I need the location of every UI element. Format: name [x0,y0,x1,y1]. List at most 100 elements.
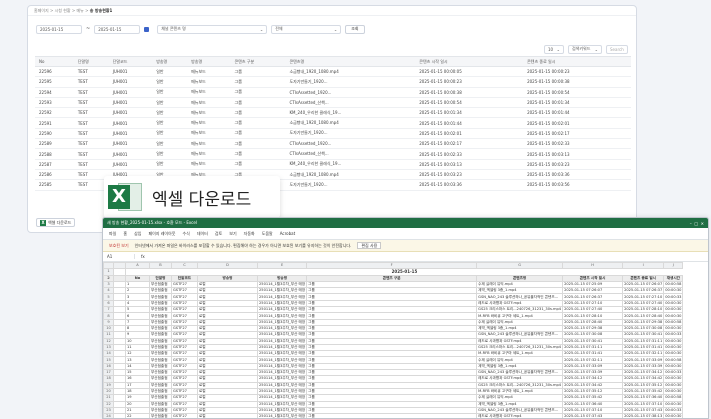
ribbon-tab[interactable]: 홈 [123,231,127,237]
sheet-cell[interactable]: 2025-01-15 07:27:10 [622,293,665,301]
sheet-cell[interactable]: 250114_1월3주차_부산 매장 [256,299,308,308]
date-from-input[interactable]: 2025-01-15 [36,24,82,34]
ribbon-tab[interactable]: 삽입 [134,231,141,237]
sheet-cell[interactable]: 2025-01-15 07:31:11 [622,337,665,345]
sheet-cell[interactable]: 250114_1월3주차_부산 매장 [256,394,308,402]
sheet-cell[interactable]: 2025-01-15 07:29:38 [622,318,665,326]
excel-download-callout[interactable]: X 엑셀 다운로드 [104,176,280,218]
sheet-cell[interactable]: GS25 크리스마스 트리...240726_31231_30s.mp4 [476,306,564,314]
table-row[interactable]: 22590 TEST JUH001 일반 메뉴보드 그룹 도자기만들기_1920... 202… [35,128,631,140]
sheet-cell[interactable]: 250114_1월3주차_부산 매장 [256,387,308,396]
sort-select[interactable]: 검색키워드 ⌄ [568,44,602,54]
sheet-cell[interactable]: 250114_1월3주차_부산 매장 [256,331,308,339]
sheet-cell[interactable]: 250114_1월3주차_부산 매장 [256,343,308,352]
ribbon-tab[interactable]: 보기 [229,231,236,237]
sheet-cell[interactable]: 250114_1월3주차_부산 매장 [256,362,308,371]
sheet-cell[interactable]: 00:00:30 [663,324,684,333]
table-row[interactable]: 22592 TEST JUH001 일반 메뉴보드 그룹 KM_240_우리한 클래식_19… [35,107,631,119]
sheet-cell[interactable]: 250114_1월3주차_부산 매장 [256,306,308,314]
ribbon-tab[interactable]: 도움말 [262,231,273,237]
sheet-cell[interactable]: 2025-01-15 07:35:42 [622,387,665,396]
ribbon-tab[interactable]: 검토 [215,231,222,237]
sheet-cell[interactable]: 00:00:30 [663,343,684,352]
sheet-cell[interactable]: 250114_1월3주차_부산 매장 [256,287,308,295]
sheet-cell[interactable]: 00:00:33 [663,369,684,377]
sheet-cell[interactable]: 250114_1월3주차_부산 매장 [256,324,308,333]
sheet-cell[interactable]: 2025-01-15 07:37:43 [562,413,624,418]
table-row[interactable]: 22591 TEST JUH001 일반 메뉴보드 그룹 소금빵내_1920_1080.mp… [35,117,631,129]
sheet-cell[interactable]: 부산점출점 [149,413,172,418]
sheet-cell[interactable]: 00:00:58 [663,280,684,289]
date-to-input[interactable]: 2025-01-15 [94,24,141,34]
sheet-cell[interactable]: GSN_NAO_243 솔루션하나_공유울자적인 콘텐츠... [476,293,564,301]
sheet-cell[interactable]: 00:00:30 [663,287,684,295]
sheet-cell[interactable]: 2025-01-15 07:36:40 [622,394,665,402]
ribbon-tab[interactable]: 수식 [182,231,189,237]
sheet-cell[interactable]: 250114_1월3주차_부산 매장 [256,400,308,408]
sheet-cell[interactable]: 그룹 [306,413,478,418]
sheet-cell[interactable]: 00:00:33 [663,406,684,415]
sheet-cell[interactable]: GSN_NAO_243 솔루션하나_공유울자적인 콘텐츠... [476,369,564,377]
row-number[interactable]: 24 [103,413,114,418]
table-row[interactable]: 22593 TEST JUH001 일반 메뉴보드 그룹 CTIsAssetted_산책..… [35,97,631,109]
sheet-cell[interactable]: 2025-01-15 07:26:07 [622,280,665,289]
ribbon-tab[interactable]: 데이터 [197,231,208,237]
sheet-cell[interactable]: 250114_1월3주차_부산 매장 [256,318,308,326]
ribbon-tab[interactable]: 자동화 [244,231,255,237]
window-controls[interactable]: – □ ✕ [690,221,704,226]
sheet-cell[interactable]: 2025-01-15 07:26:37 [622,287,665,295]
sheet-cell[interactable]: 00:00:58 [663,318,684,326]
sheet-cell[interactable]: 250114_1월3주차_부산 매장 [256,369,308,377]
sheet-cell[interactable]: 250114_1월3주차_부산 매장 [256,375,308,383]
sheet-cell[interactable]: 250114_1월3주차_부산 매장 [256,312,308,320]
content-select[interactable]: 채널 콘텐츠 명 ⌄ [157,24,268,34]
sheet-cell[interactable]: 00:00:30 [663,350,684,358]
sheet-cell[interactable]: GSN_NAO_243 솔루션하나_공유울자적인 콘텐츠... [476,406,564,415]
sheet-cell[interactable]: 2025-01-15 07:35:12 [622,381,665,389]
sheet-cell[interactable]: 250114_1월3주차_부산 매장 [256,356,308,364]
table-row[interactable]: 22589 TEST JUH001 일반 메뉴보드 그룹 CTIsAssetted_1920… [35,138,631,150]
sheet-cell[interactable]: 2025-01-15 07:37:43 [622,406,665,415]
excel-download-button[interactable]: X 엑셀 다운로드 [36,218,76,227]
sheet-cell[interactable]: 00:00:30 [663,337,684,345]
sheet-cell[interactable]: 250114_1월3주차_부산 매장 [256,406,308,415]
ribbon-tab[interactable]: 페이지 레이아웃 [148,231,175,237]
sheet-cell[interactable]: 00:00:30 [663,387,684,396]
sheet-cell[interactable]: 00:00:58 [663,394,684,402]
sheet-cell[interactable]: 00:00:58 [663,356,684,364]
sheet-cell[interactable]: GSN_NAO_243 솔루션하나_공유울자적인 콘텐츠... [476,331,564,339]
sheet-cell[interactable]: 2025-01-15 07:33:39 [622,362,665,371]
ribbon-tab[interactable]: 파일 [109,231,116,237]
sheet-cell[interactable]: 2025-01-15 07:32:11 [622,350,665,358]
enable-editing-button[interactable]: 편집 사용 [357,242,382,249]
table-row[interactable]: 22595 TEST JUH001 일반 메뉴보드 그룹 도자기만들기_1920... 202… [35,76,631,88]
sheet-cell[interactable]: 00:00:33 [663,293,684,301]
sheet-cell[interactable]: 2025-01-15 07:27:40 [622,299,665,308]
sheet-cell[interactable]: 00:00:30 [663,400,684,408]
table-row[interactable]: 22594 TEST JUH001 일반 메뉴보드 그룹 CTIsAssetted_1920… [35,87,631,98]
sheet-cell[interactable]: 250114_1월3주차_부산 매장 [256,337,308,345]
ribbon-tab[interactable]: Acrobat [280,231,295,236]
sheet-cell[interactable]: 로컬 [197,413,258,418]
sheet-cell[interactable]: GSTF27 [171,413,198,418]
sheet-cell[interactable]: 2025-01-15 07:30:41 [622,331,665,339]
table-row[interactable]: 22588 TEST JUH001 일반 메뉴보드 그룹 CTIsAssetted_산책..… [35,148,631,160]
sheet-cell[interactable]: 250114_1월3주차_부산 매장 [256,413,308,418]
sheet-cell[interactable]: 00:00:30 [663,312,684,320]
sheet-cell[interactable]: 22 [125,413,150,418]
sheet-cell[interactable]: 00:00:30 [663,375,684,383]
sheet-cell[interactable]: 00:00:30 [663,306,684,314]
sheet-cell[interactable]: 250114_1월3주차_부산 매장 [256,350,308,358]
sheet-cell[interactable]: 2025-01-15 07:34:12 [622,369,665,377]
sheet-cell[interactable]: 250114_1월3주차_부산 매장 [256,381,308,389]
sheet-cell[interactable]: 00:00:33 [663,331,684,339]
sheet-cell[interactable]: 00:00:30 [663,381,684,389]
sheet-cell[interactable]: 2025-01-15 07:33:09 [622,356,665,364]
table-row[interactable]: 22587 TEST JUH001 일반 메뉴보드 그룹 KM_240_우리한 클래식_19… [35,159,631,170]
sheet-cell[interactable]: 2025-01-15 07:38:13 [622,413,665,418]
sheet-cell[interactable]: 00:00:30 [663,299,684,308]
all-select[interactable]: 전체 ⌄ [271,24,342,34]
sheet-cell[interactable]: GS25 크리스마스 트리...240726_31231_30s.mp4 [476,381,564,389]
table-row[interactable]: 22596 TEST JUH001 일반 메뉴보드 그룹 소금빵내_1920_1080.mp… [35,66,631,78]
page-size-select[interactable]: 10 ⌄ [544,44,564,54]
